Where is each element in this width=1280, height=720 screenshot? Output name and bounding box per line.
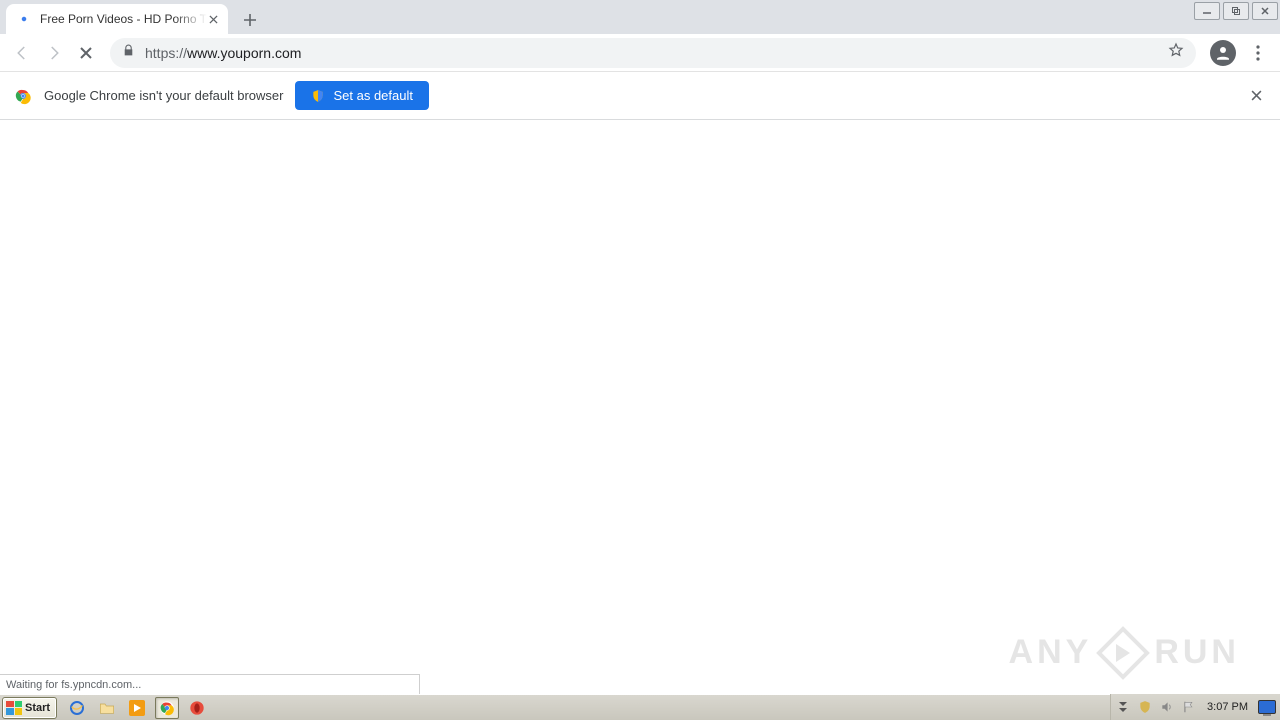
page-content xyxy=(0,120,1280,694)
taskbar-chrome-icon[interactable] xyxy=(155,697,179,719)
windows-flag-icon xyxy=(6,701,22,715)
bookmark-star-icon[interactable] xyxy=(1168,42,1184,63)
shield-icon xyxy=(311,89,325,103)
browser-toolbar: https://www.youporn.com xyxy=(0,34,1280,72)
status-text: Waiting for fs.ypncdn.com... xyxy=(6,679,141,691)
forward-button[interactable] xyxy=(40,39,68,67)
taskbar-explorer-icon[interactable] xyxy=(95,697,119,719)
infobar-message: Google Chrome isn't your default browser xyxy=(44,88,283,103)
taskbar-ie-icon[interactable] xyxy=(65,697,89,719)
window-controls xyxy=(1194,2,1278,20)
taskbar-media-icon[interactable] xyxy=(125,697,149,719)
tray-flag-icon[interactable] xyxy=(1181,699,1197,715)
lock-icon xyxy=(122,44,135,62)
quick-launch xyxy=(65,697,209,719)
close-tab-icon[interactable] xyxy=(207,11,220,27)
browser-tab[interactable]: Free Porn Videos - HD Porno Tube & xyxy=(6,4,228,34)
minimize-button[interactable] xyxy=(1194,2,1220,20)
tray-expand-icon[interactable] xyxy=(1115,699,1131,715)
system-tray: 3:07 PM xyxy=(1110,694,1280,720)
start-button[interactable]: Start xyxy=(2,697,57,719)
chrome-icon xyxy=(14,87,32,105)
browser-status-bar: Waiting for fs.ypncdn.com... xyxy=(0,674,420,694)
maximize-button[interactable] xyxy=(1223,2,1249,20)
back-button[interactable] xyxy=(8,39,36,67)
taskbar-clock[interactable]: 3:07 PM xyxy=(1203,701,1252,713)
tab-strip: Free Porn Videos - HD Porno Tube & xyxy=(0,0,1280,34)
default-browser-infobar: Google Chrome isn't your default browser… xyxy=(0,72,1280,120)
set-default-button[interactable]: Set as default xyxy=(295,81,429,110)
close-window-button[interactable] xyxy=(1252,2,1278,20)
stop-button[interactable] xyxy=(72,39,100,67)
start-label: Start xyxy=(25,702,50,714)
profile-avatar[interactable] xyxy=(1210,40,1236,66)
tab-title: Free Porn Videos - HD Porno Tube & xyxy=(40,12,207,26)
set-default-label: Set as default xyxy=(333,88,413,103)
tray-security-icon[interactable] xyxy=(1137,699,1153,715)
browser-menu-button[interactable] xyxy=(1244,39,1272,67)
address-bar[interactable]: https://www.youporn.com xyxy=(110,38,1196,68)
infobar-close-icon[interactable] xyxy=(1246,86,1266,106)
url-text: https://www.youporn.com xyxy=(145,45,1168,61)
taskbar-opera-icon[interactable] xyxy=(185,697,209,719)
new-tab-button[interactable] xyxy=(236,6,264,34)
tray-monitor-icon[interactable] xyxy=(1258,700,1276,714)
windows-taskbar: Start 3:07 PM xyxy=(0,694,1280,720)
tray-volume-icon[interactable] xyxy=(1159,699,1175,715)
tab-favicon xyxy=(16,11,32,27)
